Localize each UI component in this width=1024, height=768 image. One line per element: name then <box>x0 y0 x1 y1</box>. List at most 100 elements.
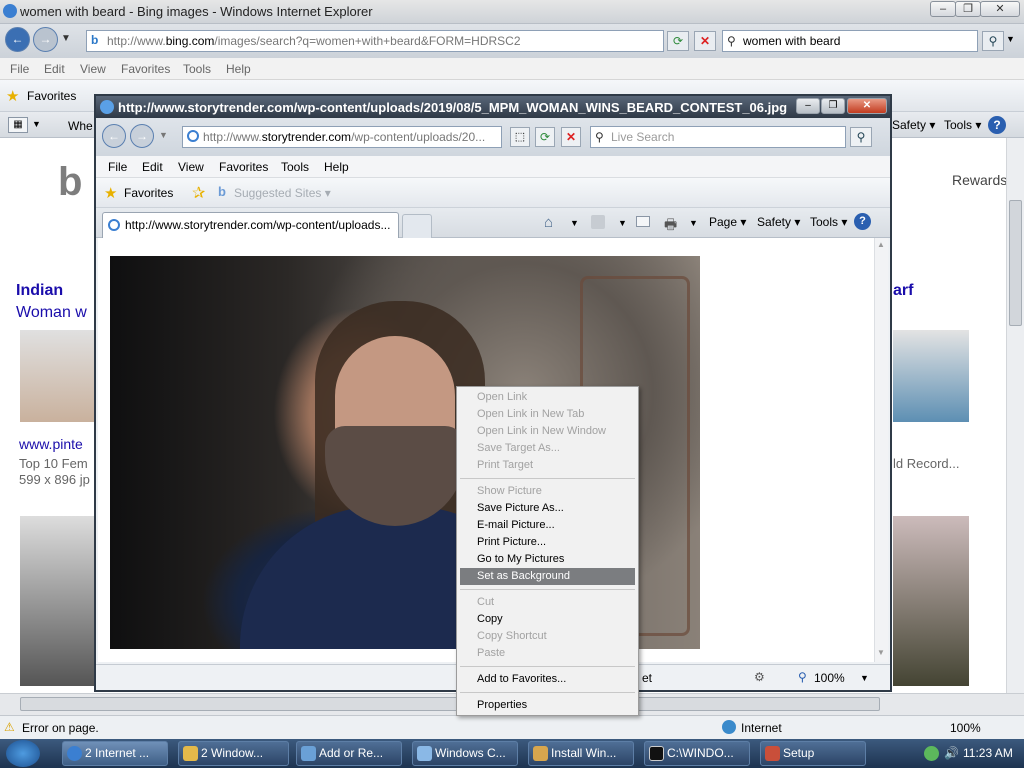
popup-zoom-dropdown-icon[interactable]: ▼ <box>860 673 869 683</box>
feed-dropdown-icon[interactable]: ▼ <box>618 218 627 228</box>
popup-menu-view[interactable]: View <box>178 160 204 174</box>
context-menu-item-add-to-favorites[interactable]: Add to Favorites... <box>460 671 635 688</box>
outer-safety-menu[interactable]: Safety ▾ <box>892 118 935 132</box>
popup-compat-button[interactable]: ⬚ <box>510 127 530 147</box>
scroll-up-arrow-icon[interactable]: ▲ <box>877 240 885 249</box>
context-menu-item-go-to-my-pictures[interactable]: Go to My Pictures <box>460 551 635 568</box>
taskbar-item-internet-explorer[interactable]: 2 Internet ... <box>62 741 168 766</box>
popup-minimize-button[interactable]: – <box>796 98 820 114</box>
context-menu-item-open-link-in-new-window[interactable]: Open Link in New Window <box>460 423 635 440</box>
taskbar-item-install-windows[interactable]: Install Win... <box>528 741 634 766</box>
outer-address-input[interactable]: b http://www.bing.com/images/search?q=wo… <box>86 30 664 52</box>
context-menu-item-open-link-in-new-tab[interactable]: Open Link in New Tab <box>460 406 635 423</box>
popup-menu-help[interactable]: Help <box>324 160 349 174</box>
mail-icon[interactable] <box>636 216 650 227</box>
popup-page-menu[interactable]: Page ▾ <box>709 215 746 229</box>
context-menu-item-show-picture[interactable]: Show Picture <box>460 483 635 500</box>
outer-search-input[interactable]: ⚲ women with beard <box>722 30 978 52</box>
taskbar-item-windows-c[interactable]: Windows C... <box>412 741 518 766</box>
outer-favorites-button[interactable]: Favorites <box>27 89 76 103</box>
context-menu-item-save-picture-as[interactable]: Save Picture As... <box>460 500 635 517</box>
minimize-button[interactable]: – <box>930 1 956 17</box>
menu-favorites[interactable]: Favorites <box>121 62 170 76</box>
popup-close-button[interactable]: ✕ <box>847 98 887 114</box>
context-menu-item-paste[interactable]: Paste <box>460 645 635 662</box>
popup-help-icon[interactable]: ? <box>854 213 871 230</box>
scroll-down-arrow-icon[interactable]: ▼ <box>877 648 885 657</box>
stop-button[interactable]: ✕ <box>694 31 716 51</box>
context-menu-item-properties[interactable]: Properties <box>460 697 635 714</box>
popup-tools-menu[interactable]: Tools ▾ <box>810 215 847 229</box>
home-dropdown-icon[interactable]: ▼ <box>570 218 579 228</box>
status-text[interactable]: Error on page. <box>22 721 99 735</box>
result-subtitle[interactable]: Woman w <box>16 304 87 322</box>
result-source[interactable]: www.pinte <box>19 436 83 452</box>
popup-stop-button[interactable]: ✕ <box>561 127 581 147</box>
context-menu-item-copy-shortcut[interactable]: Copy Shortcut <box>460 628 635 645</box>
zoom-level[interactable]: 100% <box>950 721 981 735</box>
result-title[interactable]: Indian <box>16 282 63 300</box>
restore-button[interactable]: ❐ <box>955 1 981 17</box>
scroll-thumb[interactable] <box>1009 200 1022 326</box>
add-favorites-icon[interactable]: ✰ <box>192 183 205 203</box>
popup-menu-edit[interactable]: Edit <box>142 160 163 174</box>
popup-security-icon[interactable]: ⚙ <box>754 670 765 684</box>
taskbar-item-windows-explorer[interactable]: 2 Window... <box>178 741 289 766</box>
outer-tools-menu[interactable]: Tools ▾ <box>944 118 981 132</box>
popup-menu-favorites[interactable]: Favorites <box>219 160 268 174</box>
popup-tab[interactable]: http://www.storytrender.com/wp-content/u… <box>102 212 399 238</box>
result-thumbnail-right[interactable] <box>893 330 969 422</box>
help-icon[interactable]: ? <box>988 116 1006 134</box>
taskbar-item-setup[interactable]: Setup <box>760 741 866 766</box>
close-button[interactable]: ✕ <box>980 1 1020 17</box>
rss-feed-icon[interactable] <box>591 215 605 229</box>
taskbar-item-command-prompt[interactable]: C:\WINDO... <box>644 741 750 766</box>
back-button[interactable]: ← <box>5 27 30 52</box>
context-menu-item-copy[interactable]: Copy <box>460 611 635 628</box>
outer-tab[interactable]: Whe <box>68 119 93 133</box>
popup-safety-menu[interactable]: Safety ▾ <box>757 215 800 229</box>
popup-refresh-button[interactable]: ⟳ <box>535 127 555 147</box>
forward-button[interactable]: → <box>33 27 58 52</box>
home-icon[interactable]: ⌂ <box>544 214 553 231</box>
rewards-link[interactable]: Rewards <box>952 172 1007 188</box>
popup-address-input[interactable]: http://www.storytrender.com/wp-content/u… <box>182 126 502 148</box>
popup-favorites-button[interactable]: Favorites <box>124 186 173 200</box>
taskbar-item-add-remove[interactable]: Add or Re... <box>296 741 402 766</box>
menu-edit[interactable]: Edit <box>44 62 65 76</box>
refresh-button[interactable]: ⟳ <box>667 31 689 51</box>
context-menu-item-print-picture[interactable]: Print Picture... <box>460 534 635 551</box>
context-menu-item-open-link[interactable]: Open Link <box>460 389 635 406</box>
popup-forward-button[interactable]: → <box>130 124 154 148</box>
popup-restore-button[interactable]: ❐ <box>821 98 845 114</box>
popup-back-button[interactable]: ← <box>102 124 126 148</box>
popup-menu-file[interactable]: File <box>108 160 127 174</box>
context-menu-item-set-as-background[interactable]: Set as Background <box>460 568 635 585</box>
tray-utorrent-icon[interactable] <box>924 746 939 761</box>
context-menu-item-e-mail-picture[interactable]: E-mail Picture... <box>460 517 635 534</box>
new-tab-button[interactable] <box>402 214 432 238</box>
popup-history-dropdown-icon[interactable]: ▼ <box>159 130 168 140</box>
bing-logo-icon[interactable]: b <box>58 160 82 205</box>
result-thumbnail-right-2[interactable] <box>893 516 969 686</box>
search-button[interactable]: ⚲ <box>982 31 1004 51</box>
outer-vertical-scrollbar[interactable] <box>1006 138 1024 693</box>
context-menu-item-save-target-as[interactable]: Save Target As... <box>460 440 635 457</box>
menu-view[interactable]: View <box>80 62 106 76</box>
hscroll-thumb[interactable] <box>20 697 880 711</box>
print-dropdown-icon[interactable]: ▼ <box>689 218 698 228</box>
popup-zoom-level[interactable]: 100% <box>814 671 845 685</box>
context-menu-item-print-target[interactable]: Print Target <box>460 457 635 474</box>
suggested-sites-link[interactable]: Suggested Sites ▾ <box>234 186 331 200</box>
tray-volume-icon[interactable]: 🔊 <box>944 746 959 760</box>
menu-tools[interactable]: Tools <box>183 62 211 76</box>
popup-menu-tools[interactable]: Tools <box>281 160 309 174</box>
result-thumbnail-2[interactable] <box>20 516 96 686</box>
print-icon[interactable]: 🖶 <box>664 214 677 238</box>
search-options-icon[interactable]: ▼ <box>1006 34 1015 44</box>
history-dropdown-icon[interactable]: ▼ <box>61 33 71 44</box>
context-menu-item-cut[interactable]: Cut <box>460 594 635 611</box>
tab-list-icon[interactable]: ▼ <box>32 119 41 129</box>
popup-vertical-scrollbar[interactable]: ▲ ▼ <box>874 238 888 662</box>
quick-tabs-icon[interactable]: ▦ <box>8 117 28 133</box>
